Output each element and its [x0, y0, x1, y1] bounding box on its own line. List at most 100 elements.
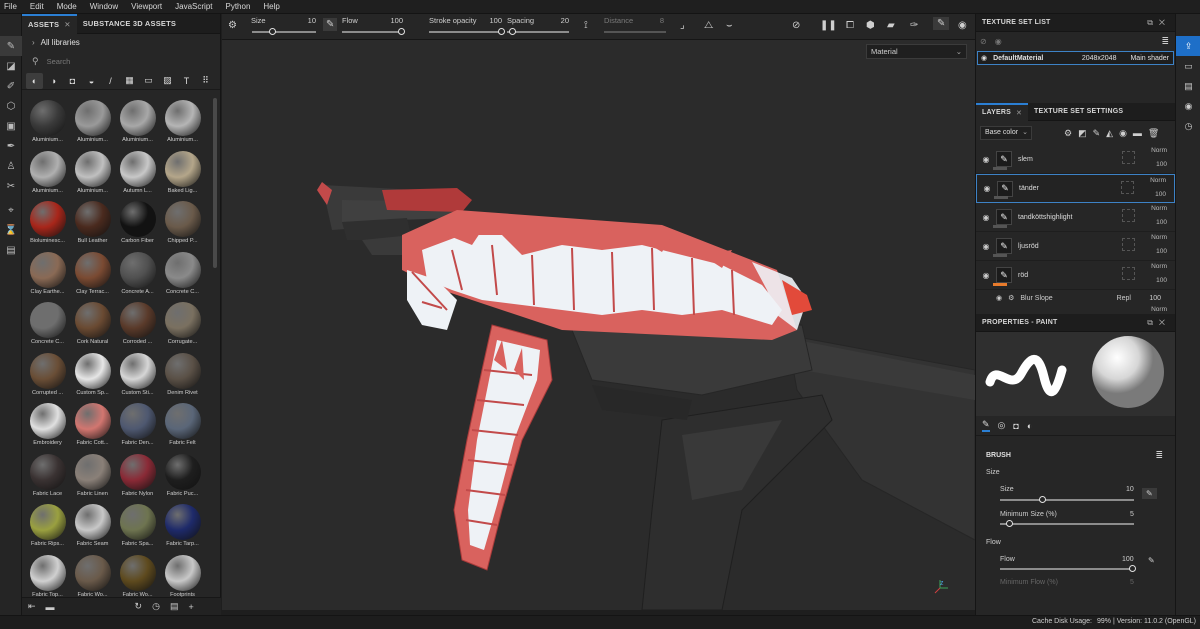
- material-tile[interactable]: Aluminium...: [26, 98, 69, 146]
- eye-icon[interactable]: ◉: [979, 271, 993, 280]
- measure-tool-icon[interactable]: ⌖: [0, 200, 22, 220]
- layer-ljusrod[interactable]: ◉ ✎ ljusröd Norm 100: [976, 232, 1175, 261]
- paint-mode-icon[interactable]: ✎: [933, 17, 950, 30]
- material-tile[interactable]: Fabric Spa...: [116, 502, 159, 550]
- polygon-fill-icon[interactable]: ▣: [0, 116, 22, 136]
- material-tile[interactable]: Corrupted ...: [26, 351, 69, 399]
- size-slider[interactable]: [252, 31, 316, 33]
- layer-opacity[interactable]: 100: [1156, 219, 1167, 226]
- size-slider-handle[interactable]: [269, 28, 276, 35]
- projection-tool-icon[interactable]: ✐: [0, 76, 22, 96]
- add-paint-layer-icon[interactable]: ✎: [1093, 128, 1101, 139]
- material-tile[interactable]: Fabric Felt: [161, 401, 204, 449]
- material-tile[interactable]: Fabric Puc...: [161, 452, 204, 500]
- material-tile[interactable]: Embroidery: [26, 401, 69, 449]
- delete-icon[interactable]: 🗑: [1148, 128, 1159, 139]
- layer-rod[interactable]: ◉ ✎ röd Norm 100: [976, 261, 1175, 290]
- layer-tandkottshighlight[interactable]: ◉ ✎ tandköttshighlight Norm 100: [976, 203, 1175, 232]
- smart-materials-filter-icon[interactable]: ◑: [45, 73, 62, 89]
- material-tile[interactable]: Corroded ...: [116, 300, 159, 348]
- channel-select[interactable]: Base color ⌄: [980, 126, 1032, 140]
- import-icon[interactable]: ⇤: [28, 601, 36, 612]
- paint-tool-icon[interactable]: ✎: [0, 36, 22, 56]
- layer-opacity[interactable]: 100: [1155, 191, 1166, 198]
- tiling-icon[interactable]: ⌣: [726, 20, 733, 31]
- material-tile[interactable]: Fabric Wo...: [71, 553, 114, 601]
- close-icon[interactable]: ✕: [1016, 109, 1022, 117]
- materials-filter-icon[interactable]: ◐: [26, 72, 43, 89]
- min-flow-value[interactable]: 5: [1130, 579, 1134, 586]
- material-tile[interactable]: Fabric Cott...: [71, 401, 114, 449]
- menu-icon[interactable]: ≣: [1161, 36, 1169, 47]
- blend-mode[interactable]: Norm: [1151, 147, 1167, 154]
- material-tile[interactable]: Clay Earthe...: [26, 250, 69, 298]
- menu-file[interactable]: File: [4, 2, 17, 11]
- tab-texture-set-settings[interactable]: TEXTURE SET SETTINGS: [1028, 103, 1129, 121]
- material-tile[interactable]: Fabric Top...: [26, 553, 69, 601]
- material-tile[interactable]: Fabric Rips...: [26, 502, 69, 550]
- add-mask-icon[interactable]: ◩: [1078, 128, 1087, 139]
- blend-mode[interactable]: Norm: [1150, 177, 1166, 184]
- min-size-slider[interactable]: [1000, 523, 1134, 525]
- layer-mask-slot[interactable]: [1122, 209, 1135, 222]
- lazy-mouse-icon[interactable]: ⟟: [584, 20, 588, 31]
- add-effect-icon[interactable]: ⚙: [1064, 128, 1072, 139]
- image-filter-icon[interactable]: ▨: [159, 73, 176, 89]
- eye-icon[interactable]: ◉: [980, 184, 994, 193]
- material-tile[interactable]: Bioluminesc...: [26, 199, 69, 247]
- layer-mask-slot[interactable]: [1122, 267, 1135, 280]
- material-tile[interactable]: Concrete A...: [116, 250, 159, 298]
- asset-search[interactable]: ⚲ Search: [26, 52, 216, 70]
- history-icon[interactable]: ◷: [1176, 116, 1200, 136]
- layer-opacity[interactable]: 100: [1156, 277, 1167, 284]
- font-filter-icon[interactable]: T: [178, 73, 195, 89]
- layers-dock-icon[interactable]: ▭: [1176, 56, 1200, 76]
- history-icon[interactable]: ◷: [152, 601, 160, 612]
- material-tile[interactable]: Footprints: [161, 553, 204, 601]
- geometry-fill-icon[interactable]: ⬡: [0, 96, 22, 116]
- camera-off-icon[interactable]: ⊘: [792, 20, 800, 31]
- layer-mask-slot[interactable]: [1122, 151, 1135, 164]
- menu-icon[interactable]: ≣: [1155, 450, 1163, 461]
- bake-tool-icon[interactable]: ▤: [0, 240, 22, 260]
- size-value[interactable]: 10: [302, 16, 316, 25]
- flow-slider-handle[interactable]: [398, 28, 405, 35]
- eye-icon[interactable]: ◉: [996, 294, 1002, 302]
- refresh-icon[interactable]: ↻: [135, 601, 143, 612]
- tab-substance-3d-assets[interactable]: SUBSTANCE 3D ASSETS: [77, 14, 182, 34]
- eye-icon[interactable]: ◉: [979, 213, 993, 222]
- flow-slider[interactable]: [1000, 568, 1134, 570]
- close-icon[interactable]: ✕: [64, 20, 70, 29]
- paint-brush-mode-icon[interactable]: ✑: [910, 20, 918, 31]
- material-tile[interactable]: Custom Sp...: [71, 351, 114, 399]
- flow-slider-handle[interactable]: [1129, 565, 1136, 572]
- assets-scrollbar[interactable]: [213, 98, 217, 268]
- shader-settings-icon[interactable]: ◉: [1176, 96, 1200, 116]
- eye-icon[interactable]: ◉: [979, 155, 993, 164]
- min-size-value[interactable]: 5: [1130, 511, 1134, 518]
- material-tile[interactable]: Fabric Linen: [71, 452, 114, 500]
- color-picker-icon[interactable]: ✂: [0, 176, 22, 196]
- smudge-tool-icon[interactable]: ✒: [0, 136, 22, 156]
- size-slider-handle[interactable]: [1039, 496, 1046, 503]
- spacing-value[interactable]: 20: [555, 16, 569, 25]
- menu-help[interactable]: Help: [263, 2, 279, 11]
- min-size-handle[interactable]: [1006, 520, 1013, 527]
- layer-slem[interactable]: ◉ ✎ slem Norm 100: [976, 145, 1175, 174]
- material-tile[interactable]: Baked Lig...: [161, 149, 204, 197]
- blend-mode[interactable]: Norm: [1151, 306, 1167, 313]
- stroke-opacity-slider[interactable]: [429, 31, 503, 33]
- texture-set-row[interactable]: ◉ DefaultMaterial 2048x2048 Main shader: [977, 51, 1174, 65]
- record-icon[interactable]: ▰: [887, 20, 895, 31]
- brush-filter-icon[interactable]: /: [102, 73, 119, 89]
- material-tile[interactable]: Bull Leather: [71, 199, 114, 247]
- library-selector[interactable]: › All libraries: [22, 34, 220, 50]
- material-tab-icon[interactable]: ◐: [1027, 421, 1032, 431]
- flow-slider[interactable]: [342, 31, 404, 33]
- filter-list-icon[interactable]: ▤: [170, 601, 179, 612]
- layer-opacity[interactable]: 100: [1156, 161, 1167, 168]
- blend-mode[interactable]: Norm: [1151, 234, 1167, 241]
- material-tile[interactable]: Aluminium...: [116, 98, 159, 146]
- spacing-slider[interactable]: [507, 31, 569, 33]
- menu-edit[interactable]: Edit: [30, 2, 44, 11]
